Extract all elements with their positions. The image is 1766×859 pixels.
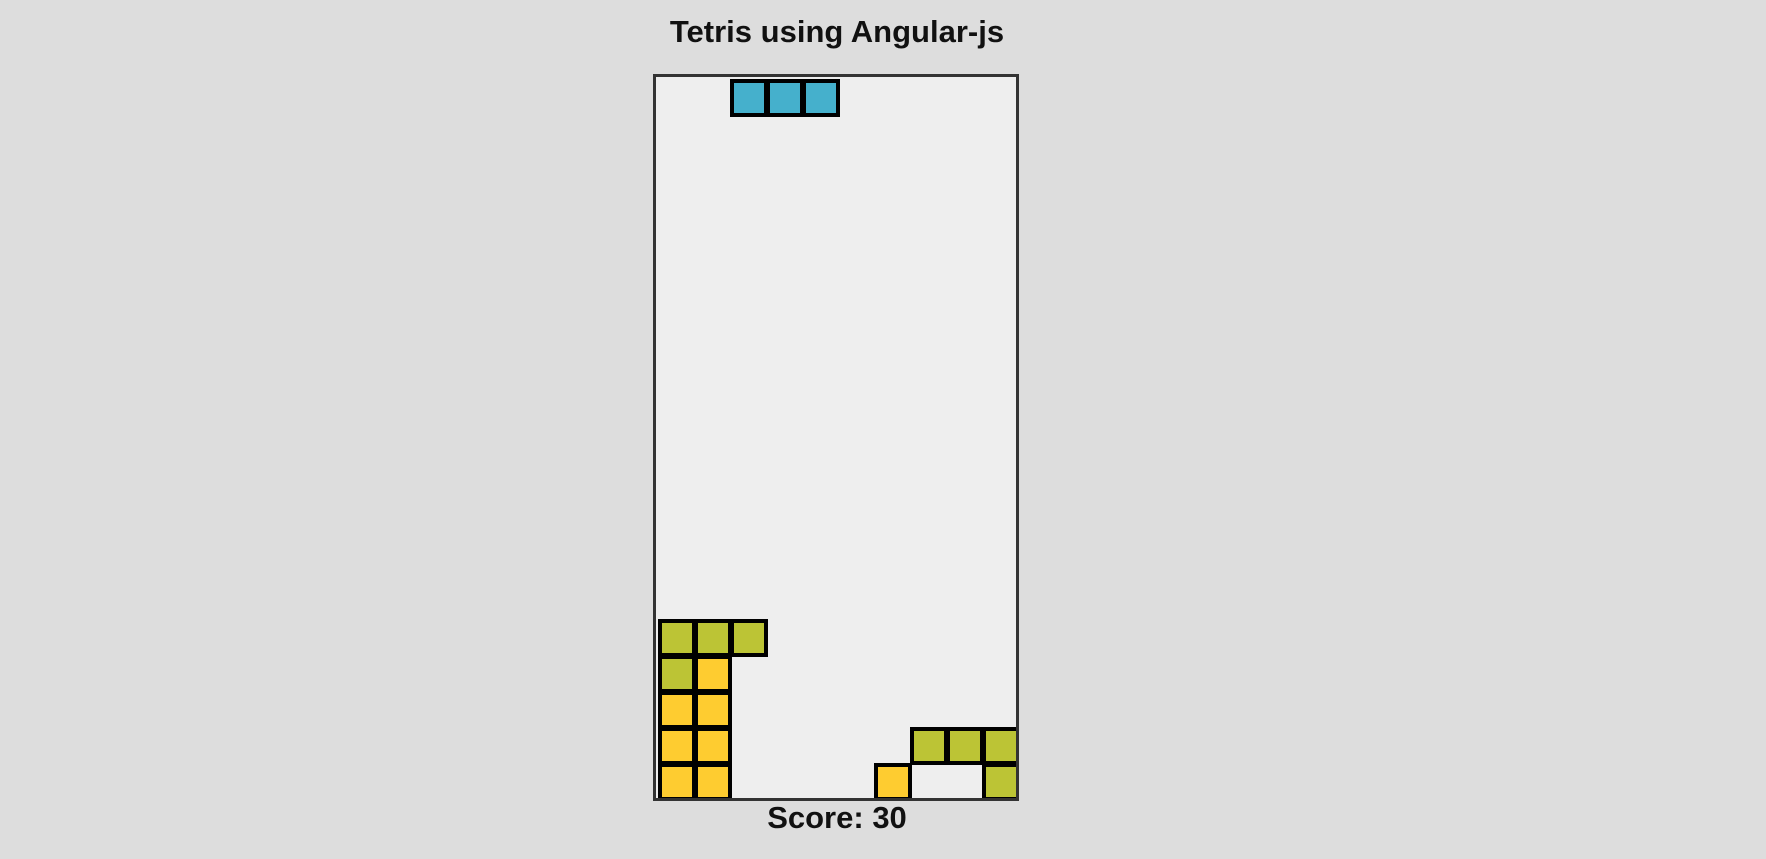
settled-block [658, 655, 696, 693]
settled-block [658, 727, 696, 765]
score-value: 30 [872, 800, 907, 835]
settled-block [874, 763, 912, 798]
active-piece-block [730, 79, 768, 117]
active-piece-block [766, 79, 804, 117]
settled-block [694, 763, 732, 798]
settled-block [910, 727, 948, 765]
settled-block [694, 727, 732, 765]
settled-block [730, 619, 768, 657]
settled-block [694, 619, 732, 657]
board-grid [658, 79, 1016, 798]
settled-block [946, 727, 984, 765]
page-title: Tetris using Angular-js [669, 14, 1005, 49]
active-piece-block [802, 79, 840, 117]
settled-block [982, 727, 1016, 765]
settled-block [658, 619, 696, 657]
score-label: Score: [767, 800, 864, 835]
game-board[interactable] [653, 74, 1019, 801]
settled-block [694, 655, 732, 693]
settled-block [658, 763, 696, 798]
tetris-app: Tetris using Angular-js Score: 30 [0, 0, 1766, 859]
settled-block [694, 691, 732, 729]
settled-block [658, 691, 696, 729]
score-display: Score: 30 [0, 798, 1674, 838]
settled-block [982, 763, 1016, 798]
